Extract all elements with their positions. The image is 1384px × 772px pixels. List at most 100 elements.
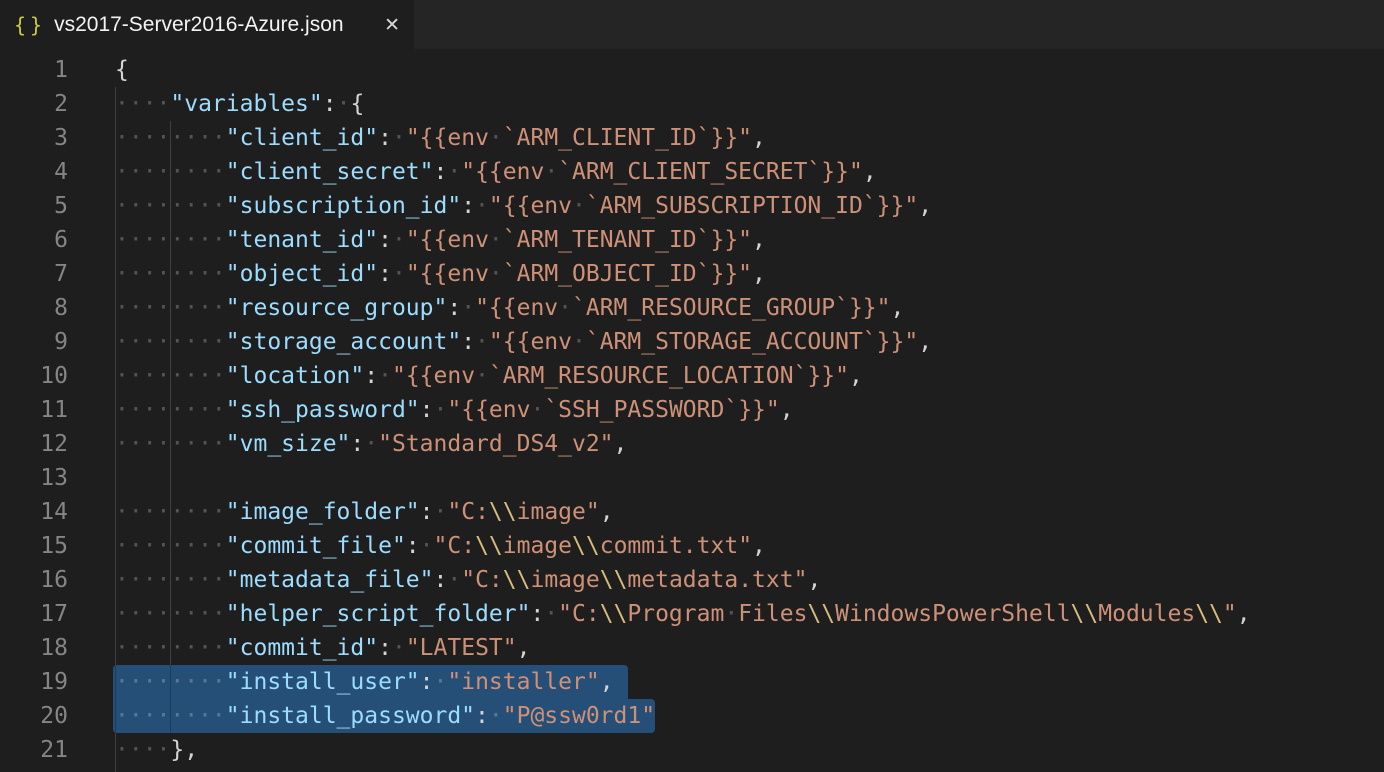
line-content: ····"variables":·{ — [115, 87, 1384, 121]
whitespace-dots: · — [544, 601, 558, 627]
tab-active-json-file[interactable]: {} vs2017-Server2016-Azure.json ✕ — [0, 0, 414, 49]
code-line[interactable]: 19 ········"install_user":·"installer", — [0, 665, 1384, 699]
code-line[interactable]: 21 ····}, — [0, 733, 1384, 767]
line-content: ········"helper_script_folder":·"C:\\Pro… — [115, 597, 1384, 631]
code-line[interactable]: 15········"commit_file":·"C:\\image\\com… — [0, 529, 1384, 563]
whitespace-dots: ········ — [115, 193, 226, 219]
token-k: "image_folder" — [226, 499, 420, 525]
whitespace-dots: ········ — [115, 125, 226, 151]
line-number[interactable]: 17 — [0, 597, 68, 631]
code-line[interactable]: 10········"location":·"{{env·`ARM_RESOUR… — [0, 359, 1384, 393]
token-k: "subscription_id" — [226, 193, 461, 219]
line-number[interactable]: 8 — [0, 291, 68, 325]
token-p: , — [918, 193, 932, 219]
token-k: "helper_script_folder" — [226, 601, 531, 627]
whitespace-dots: ········ — [115, 635, 226, 661]
code-line[interactable]: 2 ····"variables":·{ — [0, 87, 1384, 121]
token-p: : — [406, 533, 420, 559]
token-s: metadata.txt" — [627, 567, 807, 593]
tab-close-icon[interactable]: ✕ — [384, 14, 400, 36]
token-e: \\ — [572, 533, 600, 559]
line-number[interactable]: 11 — [0, 393, 68, 427]
token-s: "{{env — [489, 193, 572, 219]
line-number[interactable]: 6 — [0, 223, 68, 257]
line-number[interactable]: 21 — [0, 733, 68, 767]
whitespace-dots: · — [364, 431, 378, 457]
code-line[interactable]: 3 ········"client_id":·"{{env·`ARM_CLIENT… — [0, 121, 1384, 155]
line-content: ········"object_id":·"{{env·`ARM_OBJECT_… — [115, 257, 1384, 291]
line-content: { — [115, 53, 1384, 87]
token-s: `ARM_RESOURCE_LOCATION`}}" — [489, 363, 849, 389]
line-number[interactable]: 10 — [0, 359, 68, 393]
token-s: Files — [738, 601, 807, 627]
token-e: \\ — [600, 567, 628, 593]
token-e: \\ — [475, 533, 503, 559]
whitespace-dots: ········ — [115, 295, 226, 321]
code-editor[interactable]: 1{2····"variables":·{3········"client_id… — [0, 49, 1384, 772]
token-p: : — [461, 193, 475, 219]
code-line[interactable]: 8········"resource_group":·"{{env·`ARM_R… — [0, 291, 1384, 325]
line-number[interactable]: 12 — [0, 427, 68, 461]
line-number[interactable]: 13 — [0, 461, 68, 495]
line-number[interactable]: 4 — [0, 155, 68, 189]
code-line[interactable]: 16········"metadata_file":·"C:\\image\\m… — [0, 563, 1384, 597]
line-number[interactable]: 15 — [0, 529, 68, 563]
whitespace-dots: ········ — [115, 363, 226, 389]
line-number[interactable]: 9 — [0, 325, 68, 359]
whitespace-dots: · — [489, 261, 503, 287]
code-line[interactable]: 1{ — [0, 53, 1384, 87]
line-number[interactable]: 19 — [0, 665, 68, 699]
code-line[interactable]: 14········"image_folder":·"C:\\image", — [0, 495, 1384, 529]
line-number[interactable]: 16 — [0, 563, 68, 597]
indent-guide-level1-selected — [170, 665, 171, 733]
whitespace-dots: · — [489, 703, 503, 729]
code-line[interactable]: 11········"ssh_password":·"{{env·`SSH_PA… — [0, 393, 1384, 427]
token-p: , — [918, 329, 932, 355]
token-p: }, — [170, 737, 198, 763]
whitespace-dots: · — [447, 567, 461, 593]
code-line[interactable]: 4········"client_secret":·"{{env·`ARM_CL… — [0, 155, 1384, 189]
token-s: "{{env — [489, 329, 572, 355]
line-content — [115, 461, 1384, 495]
token-p: : — [530, 601, 544, 627]
whitespace-dots: · — [392, 261, 406, 287]
token-k: "commit_id" — [226, 635, 378, 661]
token-k: "install_password" — [226, 703, 475, 729]
code-line[interactable]: 20········"install_password":·"P@ssw0rd1… — [0, 699, 1384, 733]
selection-highlight: ········"install_user":·"installer", — [113, 665, 628, 699]
line-content: ········"vm_size":·"Standard_DS4_v2", — [115, 427, 1384, 461]
line-content: ········"commit_file":·"C:\\image\\commi… — [115, 529, 1384, 563]
token-e: \\ — [489, 499, 517, 525]
code-line[interactable]: 17········"helper_script_folder":·"C:\\P… — [0, 597, 1384, 631]
line-number[interactable]: 3 — [0, 121, 68, 155]
line-number[interactable]: 18 — [0, 631, 68, 665]
whitespace-dots: · — [558, 295, 572, 321]
line-content: ········"client_id":·"{{env·`ARM_CLIENT_… — [115, 121, 1384, 155]
whitespace-dots: · — [489, 125, 503, 151]
token-s: "{{env — [475, 295, 558, 321]
token-s: "installer" — [447, 669, 599, 695]
tab-bar: {} vs2017-Server2016-Azure.json ✕ — [0, 0, 1384, 49]
code-line[interactable]: 7········"object_id":·"{{env·`ARM_OBJECT… — [0, 257, 1384, 291]
code-line[interactable]: 13 — [0, 461, 1384, 495]
code-line[interactable]: 18········"commit_id":·"LATEST", — [0, 631, 1384, 665]
line-number[interactable]: 1 — [0, 53, 68, 87]
code-line[interactable]: 9········"storage_account":·"{{env·`ARM_… — [0, 325, 1384, 359]
line-content: ····}, — [115, 733, 1384, 767]
line-content: ········"install_user":·"installer", — [115, 665, 1384, 699]
line-number[interactable]: 7 — [0, 257, 68, 291]
line-number[interactable]: 5 — [0, 189, 68, 223]
line-number[interactable]: 14 — [0, 495, 68, 529]
token-p: , — [807, 567, 821, 593]
code-line[interactable]: 12 ········"vm_size":·"Standard_DS4_v2", — [0, 427, 1384, 461]
code-line[interactable]: 5········"subscription_id":·"{{env·`ARM_… — [0, 189, 1384, 223]
token-p: : — [475, 703, 489, 729]
whitespace-dots: · — [724, 601, 738, 627]
token-s: WindowsPowerShell — [835, 601, 1070, 627]
code-line[interactable]: 6········"tenant_id":·"{{env·`ARM_TENANT… — [0, 223, 1384, 257]
token-e: \\ — [807, 601, 835, 627]
token-p: : — [447, 295, 461, 321]
line-number[interactable]: 20 — [0, 699, 68, 733]
line-content: ········"resource_group":·"{{env·`ARM_RE… — [115, 291, 1384, 325]
line-number[interactable]: 2 — [0, 87, 68, 121]
